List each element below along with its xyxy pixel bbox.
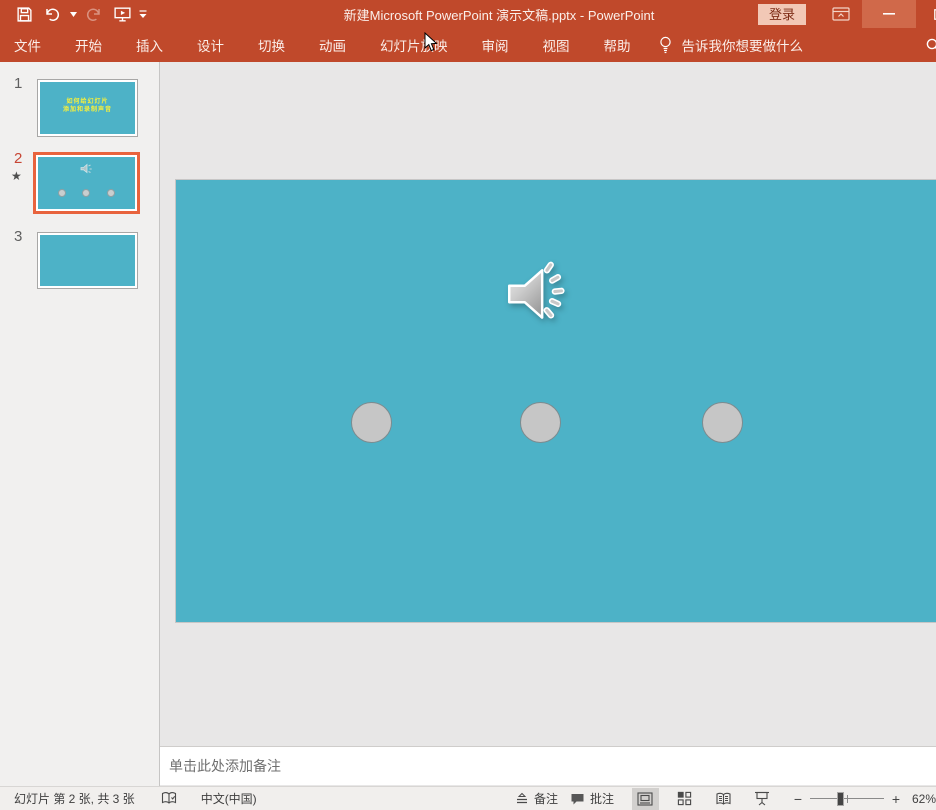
status-bar: 幻灯片 第 2 张, 共 3 张 中文(中国) 备注 批注: [0, 786, 936, 810]
thumbnail-audio-icon: [80, 163, 93, 175]
tab-view[interactable]: 视图: [536, 33, 577, 57]
window-title: 新建Microsoft PowerPoint 演示文稿.pptx - Power…: [344, 5, 655, 24]
slideshow-view-button[interactable]: [749, 788, 776, 810]
undo-icon[interactable]: [40, 2, 64, 26]
language-indicator[interactable]: 中文(中国): [195, 787, 263, 810]
tab-slideshow[interactable]: 幻灯片放映: [373, 33, 455, 57]
ribbon-display-options-icon[interactable]: [830, 3, 852, 25]
animation-star-icon[interactable]: ★: [11, 169, 22, 183]
slideshow-view-icon: [754, 791, 770, 806]
normal-view-button[interactable]: [632, 788, 659, 810]
title-bar: 新建Microsoft PowerPoint 演示文稿.pptx - Power…: [0, 0, 936, 28]
slide-sorter-icon: [677, 791, 692, 806]
titlebar-right: 登录: [758, 0, 936, 28]
comments-icon: [570, 792, 585, 806]
circle-placeholder-3[interactable]: [702, 402, 743, 443]
customize-qat-icon[interactable]: [138, 2, 148, 26]
slide-thumbnail-panel[interactable]: 1 如何给幻灯片 添加和录制声音 2 ★ 3: [0, 62, 160, 786]
tab-design[interactable]: 设计: [190, 33, 231, 57]
notes-toggle[interactable]: 备注: [509, 787, 564, 810]
zoom-out-button[interactable]: −: [790, 791, 806, 807]
thumbnail-circle: [82, 189, 90, 197]
circle-placeholder-1[interactable]: [351, 402, 392, 443]
slide-1-number: 1: [14, 75, 22, 92]
slide-2-number: 2: [14, 150, 22, 167]
tab-animations[interactable]: 动画: [312, 33, 353, 57]
tell-me-box[interactable]: 告诉我你想要做什么: [658, 35, 804, 55]
tab-file[interactable]: 文件: [7, 33, 48, 57]
sign-in-button[interactable]: 登录: [758, 4, 806, 25]
maximize-button[interactable]: [916, 0, 936, 28]
reading-view-icon: [715, 792, 732, 806]
slide-3-thumbnail[interactable]: [37, 232, 138, 289]
comments-toggle[interactable]: 批注: [564, 787, 620, 810]
notes-placeholder: 单击此处添加备注: [169, 756, 281, 776]
tab-home[interactable]: 开始: [68, 33, 109, 57]
undo-dropdown-icon[interactable]: [68, 2, 78, 26]
tell-me-label: 告诉我你想要做什么: [682, 35, 804, 55]
notes-icon: [515, 792, 529, 805]
spellcheck-icon[interactable]: [155, 787, 183, 810]
lightbulb-icon: [658, 35, 673, 55]
start-slideshow-icon[interactable]: [110, 2, 134, 26]
zoom-slider[interactable]: [810, 792, 884, 806]
slide-2-editing-surface[interactable]: [176, 180, 936, 622]
minimize-button[interactable]: [862, 0, 916, 28]
slide-indicator[interactable]: 幻灯片 第 2 张, 共 3 张: [8, 787, 141, 810]
circle-placeholder-2[interactable]: [520, 402, 561, 443]
slide-sorter-view-button[interactable]: [671, 788, 698, 810]
slide-2-thumbnail[interactable]: [33, 152, 140, 214]
minimize-icon: [883, 13, 895, 15]
audio-speaker-icon[interactable]: [503, 259, 569, 329]
slide-3-number: 3: [14, 228, 22, 245]
tab-transitions[interactable]: 切换: [251, 33, 292, 57]
content-area: 1 如何给幻灯片 添加和录制声音 2 ★ 3: [0, 62, 936, 786]
notes-pane[interactable]: 单击此处添加备注: [160, 746, 936, 785]
normal-view-icon: [637, 792, 653, 806]
redo-icon: [82, 2, 106, 26]
thumbnail-circle: [58, 189, 66, 197]
editing-area: 单击此处添加备注: [160, 62, 936, 786]
quick-access-toolbar: [0, 2, 148, 26]
zoom-level[interactable]: 62%: [904, 792, 936, 806]
tab-review[interactable]: 审阅: [475, 33, 516, 57]
zoom-slider-thumb[interactable]: [837, 792, 844, 806]
slide-1-thumbnail[interactable]: 如何给幻灯片 添加和录制声音: [37, 79, 138, 137]
save-icon[interactable]: [12, 2, 36, 26]
thumbnail-circle: [107, 189, 115, 197]
ribbon-tab-row: 文件 开始 插入 设计 切换 动画 幻灯片放映 审阅 视图 帮助 告诉我你想要做…: [0, 28, 936, 62]
search-icon[interactable]: [925, 37, 936, 55]
slide-1-title-text: 如何给幻灯片 添加和录制声音: [40, 98, 135, 114]
zoom-in-button[interactable]: +: [888, 791, 904, 807]
reading-view-button[interactable]: [710, 788, 737, 810]
slide-canvas[interactable]: [160, 62, 936, 746]
tab-help[interactable]: 帮助: [597, 33, 638, 57]
tab-insert[interactable]: 插入: [129, 33, 170, 57]
